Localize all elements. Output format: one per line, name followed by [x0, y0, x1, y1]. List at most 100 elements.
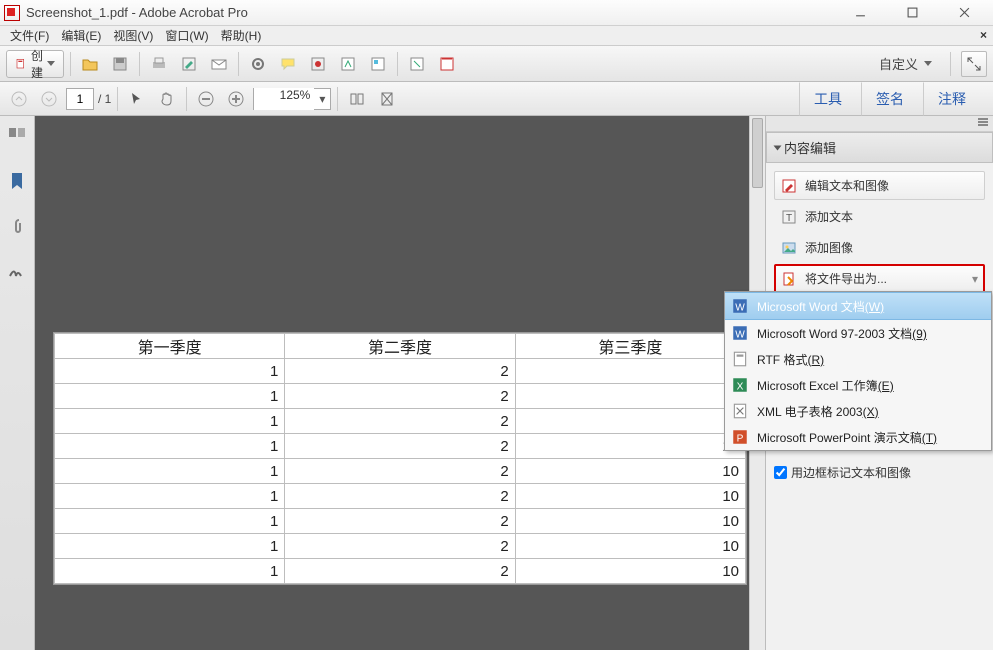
svg-text:P: P: [737, 434, 744, 445]
page-input[interactable]: [66, 88, 94, 110]
fullscreen-button[interactable]: [961, 51, 987, 77]
menu-window[interactable]: 窗口(W): [159, 27, 214, 44]
zoom-out-button[interactable]: [193, 86, 219, 112]
table-cell: 10: [515, 509, 745, 534]
toolbar-primary: 创建 自定义: [0, 46, 993, 82]
export-rtf-item[interactable]: RTF 格式(R): [725, 346, 991, 372]
export-file-item[interactable]: 将文件导出为... ▾: [774, 264, 985, 293]
collapse-icon: [774, 145, 782, 150]
panel-menu-icon[interactable]: [766, 116, 993, 132]
fit-page-button[interactable]: [374, 86, 400, 112]
left-rail: [0, 116, 35, 650]
edit-text-icon: [781, 178, 797, 194]
panel-header[interactable]: 内容编辑: [766, 132, 993, 163]
tool-button-b[interactable]: [365, 51, 391, 77]
stamp-button[interactable]: [305, 51, 331, 77]
table-row: 12: [55, 384, 746, 409]
tool-button-a[interactable]: [335, 51, 361, 77]
document-view[interactable]: 第一季度第二季度第三季度 121212121012101210121012101…: [35, 116, 765, 650]
email-button[interactable]: [206, 51, 232, 77]
table-cell: 1: [55, 559, 285, 584]
chevron-down-icon: [924, 61, 932, 66]
hand-tool[interactable]: [154, 86, 180, 112]
title-bar: Screenshot_1.pdf - Adobe Acrobat Pro: [0, 0, 993, 26]
table-header: 第二季度: [285, 334, 515, 359]
table-row: 1210: [55, 509, 746, 534]
outline-checkbox[interactable]: 用边框标记文本和图像: [774, 458, 985, 481]
zoom-in-button[interactable]: [223, 86, 249, 112]
export-xml-item[interactable]: XML 电子表格 2003(X): [725, 398, 991, 424]
page-total: / 1: [98, 92, 111, 106]
svg-text:T: T: [786, 213, 792, 224]
menu-edit[interactable]: 编辑(E): [55, 27, 107, 44]
menu-bar: 文件(F) 编辑(E) 视图(V) 窗口(W) 帮助(H) ×: [0, 26, 993, 46]
table-cell: 2: [285, 459, 515, 484]
tab-tools[interactable]: 工具: [799, 82, 857, 116]
table-cell: 10: [515, 459, 745, 484]
menubar-close-icon[interactable]: ×: [980, 28, 987, 42]
fit-width-button[interactable]: [344, 86, 370, 112]
select-tool[interactable]: [124, 86, 150, 112]
window-title: Screenshot_1.pdf - Adobe Acrobat Pro: [26, 5, 845, 20]
menu-view[interactable]: 视图(V): [107, 27, 159, 44]
chevron-down-icon: [47, 61, 55, 66]
maximize-button[interactable]: [897, 3, 927, 23]
customize-button[interactable]: 自定义: [871, 54, 940, 73]
export-submenu: W Microsoft Word 文档(W) W Microsoft Word …: [724, 291, 992, 451]
svg-text:W: W: [735, 303, 745, 314]
excel-icon: X: [731, 376, 749, 394]
add-text-item[interactable]: T 添加文本: [774, 202, 985, 231]
table-cell: 2: [285, 534, 515, 559]
export-word97-item[interactable]: W Microsoft Word 97-2003 文档(9): [725, 320, 991, 346]
zoom-select[interactable]: 125% ▾: [253, 88, 331, 110]
page-up-button[interactable]: [6, 86, 32, 112]
word-icon: W: [731, 297, 749, 315]
export-word-item[interactable]: W Microsoft Word 文档(W): [725, 292, 991, 320]
chevron-down-icon: ▾: [314, 92, 330, 106]
tab-sign[interactable]: 签名: [861, 82, 919, 116]
export-ppt-item[interactable]: P Microsoft PowerPoint 演示文稿(T): [725, 424, 991, 450]
table-cell: 2: [285, 484, 515, 509]
edit-button[interactable]: [176, 51, 202, 77]
pdf-table: 第一季度第二季度第三季度 121212121012101210121012101…: [54, 333, 746, 584]
word-icon: W: [731, 324, 749, 342]
main-area: 第一季度第二季度第三季度 121212121012101210121012101…: [0, 116, 993, 650]
pdf-page: 第一季度第二季度第三季度 121212121012101210121012101…: [53, 332, 747, 585]
attachment-icon[interactable]: [7, 216, 27, 239]
table-cell: 10: [515, 434, 745, 459]
create-button[interactable]: 创建: [6, 50, 64, 78]
ppt-icon: P: [731, 428, 749, 446]
tab-comment[interactable]: 注释: [923, 82, 981, 116]
tool-button-c[interactable]: [404, 51, 430, 77]
menu-file[interactable]: 文件(F): [4, 27, 55, 44]
export-excel-item[interactable]: X Microsoft Excel 工作簿(E): [725, 372, 991, 398]
zoom-value: 125%: [254, 88, 314, 110]
thumbnails-icon[interactable]: [7, 126, 27, 149]
bookmark-icon[interactable]: [7, 171, 27, 194]
close-button[interactable]: [949, 3, 979, 23]
outline-checkbox-input[interactable]: [774, 466, 787, 479]
export-icon: [781, 271, 797, 287]
gear-button[interactable]: [245, 51, 271, 77]
table-header: 第三季度: [515, 334, 745, 359]
open-button[interactable]: [77, 51, 103, 77]
signature-icon[interactable]: [7, 261, 27, 284]
edit-text-image-item[interactable]: 编辑文本和图像: [774, 171, 985, 200]
table-row: 1210: [55, 484, 746, 509]
table-cell: 1: [55, 434, 285, 459]
page-down-button[interactable]: [36, 86, 62, 112]
table-cell: 10: [515, 534, 745, 559]
save-button[interactable]: [107, 51, 133, 77]
minimize-button[interactable]: [845, 3, 875, 23]
table-cell: 2: [285, 559, 515, 584]
table-row: 1210: [55, 559, 746, 584]
print-button[interactable]: [146, 51, 172, 77]
table-cell: 2: [285, 359, 515, 384]
table-cell: 1: [55, 459, 285, 484]
tool-button-d[interactable]: [434, 51, 460, 77]
table-cell: 2: [285, 409, 515, 434]
add-image-item[interactable]: 添加图像: [774, 233, 985, 262]
comment-button[interactable]: [275, 51, 301, 77]
panel-title: 内容编辑: [784, 138, 836, 157]
menu-help[interactable]: 帮助(H): [215, 27, 268, 44]
